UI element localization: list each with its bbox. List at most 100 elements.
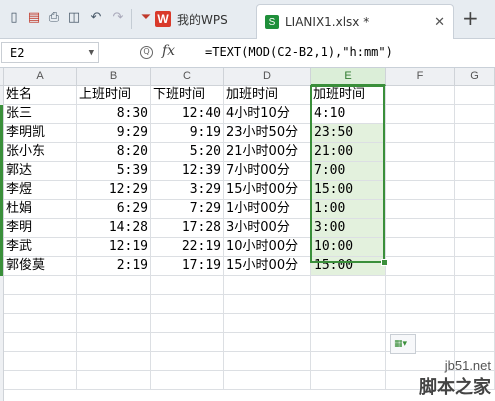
cell-f[interactable] — [386, 181, 455, 200]
empty-cell[interactable] — [224, 352, 311, 371]
cell-d[interactable]: 15小时00分 — [224, 257, 311, 276]
empty-cell[interactable] — [455, 295, 495, 314]
empty-cell[interactable] — [77, 371, 151, 390]
cell-d[interactable]: 23小时50分 — [224, 124, 311, 143]
column-header-b[interactable]: B — [77, 68, 151, 86]
cell-g[interactable] — [455, 124, 495, 143]
cell-d[interactable]: 21小时00分 — [224, 143, 311, 162]
header-cell-a[interactable]: 姓名 — [4, 86, 77, 105]
column-header-e[interactable]: E — [311, 68, 386, 86]
empty-cell[interactable] — [4, 295, 77, 314]
column-header-g[interactable]: G — [455, 68, 495, 86]
print-icon[interactable]: ⎙ — [46, 10, 62, 26]
empty-cell[interactable] — [311, 333, 386, 352]
empty-cell[interactable] — [455, 333, 495, 352]
cell-c[interactable]: 17:28 — [151, 219, 224, 238]
cell-d[interactable]: 3小时00分 — [224, 219, 311, 238]
cell-c[interactable]: 7:29 — [151, 200, 224, 219]
cell-f[interactable] — [386, 143, 455, 162]
cell-b[interactable]: 14:28 — [77, 219, 151, 238]
cell-f[interactable] — [386, 200, 455, 219]
header-cell-f[interactable] — [386, 86, 455, 105]
empty-cell[interactable] — [386, 295, 455, 314]
cell-c[interactable]: 17:19 — [151, 257, 224, 276]
cell-b[interactable]: 5:39 — [77, 162, 151, 181]
cell-g[interactable] — [455, 162, 495, 181]
zoom-search-icon[interactable]: Q — [140, 46, 153, 59]
cell-d[interactable]: 15小时00分 — [224, 181, 311, 200]
cell-b[interactable]: 12:29 — [77, 181, 151, 200]
cell-g[interactable] — [455, 181, 495, 200]
cell-e[interactable]: 3:00 — [311, 219, 386, 238]
cell-b[interactable]: 2:19 — [77, 257, 151, 276]
header-cell-g[interactable] — [455, 86, 495, 105]
empty-cell[interactable] — [311, 295, 386, 314]
empty-cell[interactable] — [455, 314, 495, 333]
cell-a[interactable]: 郭达 — [4, 162, 77, 181]
cell-b[interactable]: 6:29 — [77, 200, 151, 219]
new-file-icon[interactable]: ▯ — [6, 10, 22, 26]
cell-f[interactable] — [386, 124, 455, 143]
cell-a[interactable]: 李武 — [4, 238, 77, 257]
cell-b[interactable]: 12:19 — [77, 238, 151, 257]
tab-my-wps[interactable]: W 我的WPS — [155, 6, 250, 32]
empty-cell[interactable] — [151, 371, 224, 390]
cell-b[interactable]: 9:29 — [77, 124, 151, 143]
paste-options-button[interactable]: ▦▾ — [390, 334, 416, 354]
cell-d[interactable]: 1小时00分 — [224, 200, 311, 219]
column-header-c[interactable]: C — [151, 68, 224, 86]
header-cell-b[interactable]: 上班时间 — [77, 86, 151, 105]
insert-function-icon[interactable]: fx — [162, 43, 175, 59]
close-tab-icon[interactable]: ✕ — [434, 15, 445, 30]
cell-d[interactable]: 10小时00分 — [224, 238, 311, 257]
cell-e[interactable]: 1:00 — [311, 200, 386, 219]
cell-f[interactable] — [386, 105, 455, 124]
tab-workbook[interactable]: S LIANIX1.xlsx * ✕ — [256, 4, 454, 39]
new-tab-icon[interactable]: + — [462, 8, 479, 28]
column-header-f[interactable]: F — [386, 68, 455, 86]
cell-c[interactable]: 12:40 — [151, 105, 224, 124]
empty-cell[interactable] — [224, 314, 311, 333]
customize-toolbar-icon[interactable]: ⏷ — [138, 10, 154, 26]
empty-cell[interactable] — [224, 333, 311, 352]
column-header-a[interactable]: A — [4, 68, 77, 86]
empty-cell[interactable] — [77, 333, 151, 352]
empty-cell[interactable] — [224, 276, 311, 295]
empty-cell[interactable] — [77, 295, 151, 314]
cell-a[interactable]: 杜娟 — [4, 200, 77, 219]
header-cell-e[interactable]: 加班时间 — [311, 86, 386, 105]
empty-cell[interactable] — [224, 371, 311, 390]
cell-a[interactable]: 张小东 — [4, 143, 77, 162]
cell-e[interactable]: 21:00 — [311, 143, 386, 162]
cell-b[interactable]: 8:30 — [77, 105, 151, 124]
empty-cell[interactable] — [311, 314, 386, 333]
undo-icon[interactable]: ↶ — [88, 10, 104, 26]
cell-a[interactable]: 张三 — [4, 105, 77, 124]
cell-f[interactable] — [386, 257, 455, 276]
fill-handle[interactable] — [381, 259, 388, 266]
empty-cell[interactable] — [151, 333, 224, 352]
cell-d[interactable]: 7小时00分 — [224, 162, 311, 181]
cell-g[interactable] — [455, 219, 495, 238]
empty-cell[interactable] — [311, 352, 386, 371]
cell-a[interactable]: 李明 — [4, 219, 77, 238]
cell-f[interactable] — [386, 219, 455, 238]
cell-f[interactable] — [386, 238, 455, 257]
cell-a[interactable]: 郭俊莫 — [4, 257, 77, 276]
cell-g[interactable] — [455, 200, 495, 219]
cell-b[interactable]: 8:20 — [77, 143, 151, 162]
empty-cell[interactable] — [151, 295, 224, 314]
name-box[interactable]: E2 ▼ — [1, 42, 99, 63]
cell-e[interactable]: 4:10 — [311, 105, 386, 124]
cell-f[interactable] — [386, 162, 455, 181]
redo-icon[interactable]: ↷ — [110, 10, 126, 26]
column-header-d[interactable]: D — [224, 68, 311, 86]
cell-g[interactable] — [455, 238, 495, 257]
cell-e[interactable]: 15:00 — [311, 181, 386, 200]
empty-cell[interactable] — [151, 276, 224, 295]
empty-cell[interactable] — [311, 371, 386, 390]
empty-cell[interactable] — [4, 314, 77, 333]
cell-c[interactable]: 12:39 — [151, 162, 224, 181]
formula-input[interactable]: =TEXT(MOD(C2-B2,1),"h:mm") — [205, 45, 393, 59]
cell-g[interactable] — [455, 143, 495, 162]
